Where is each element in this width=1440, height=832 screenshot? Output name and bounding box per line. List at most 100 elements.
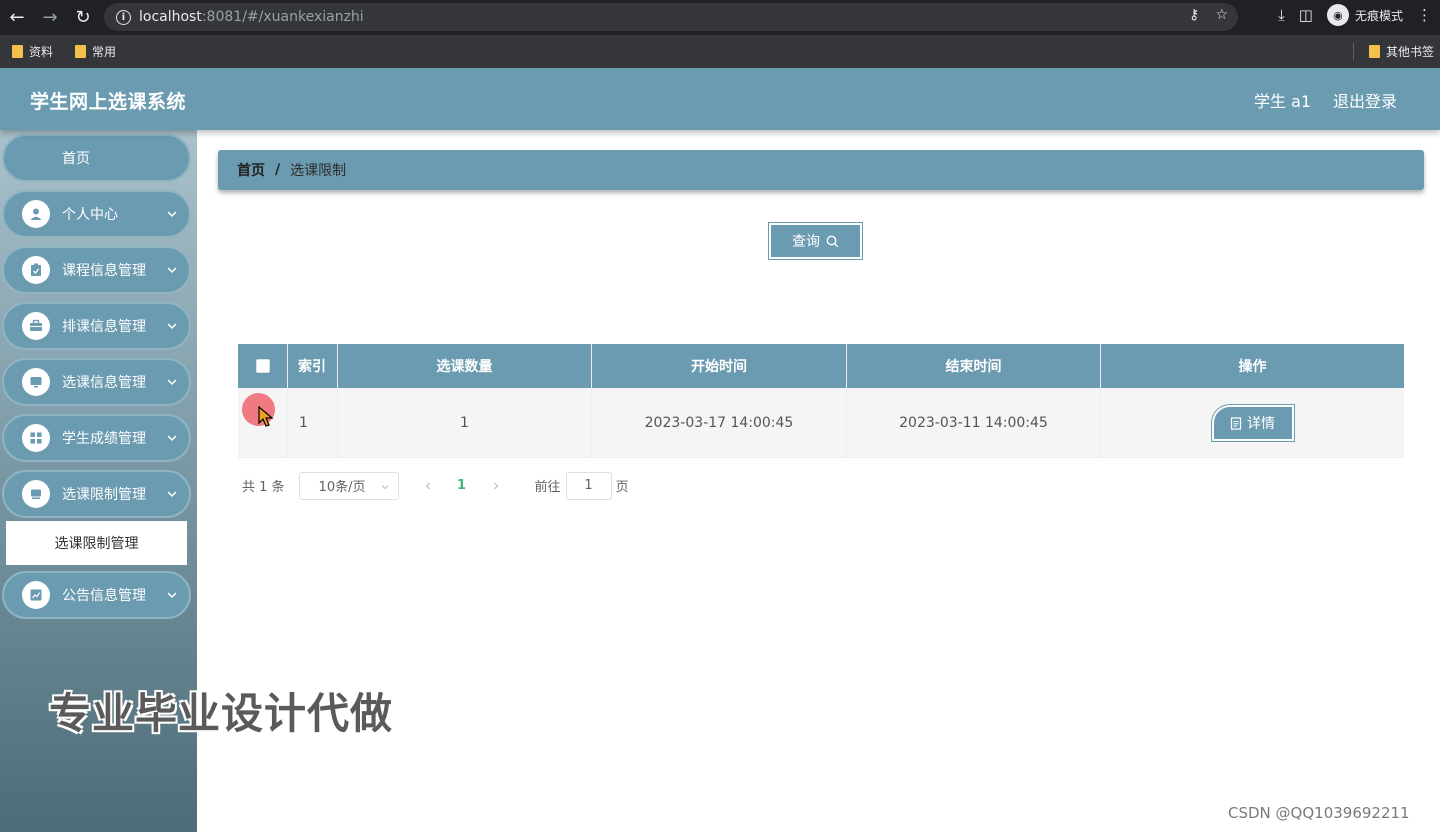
data-table: 索引 选课数量 开始时间 结束时间 操作 1 1 2023-03-17 14:0…	[238, 344, 1404, 458]
goto-suffix: 页	[615, 480, 629, 495]
query-button-label: 查询	[792, 234, 820, 250]
chevron-left-icon	[425, 482, 430, 489]
back-icon[interactable]: ←	[1, 2, 33, 34]
sidebar-item-selection[interactable]: 选课信息管理	[2, 358, 191, 406]
chevron-down-icon	[167, 267, 177, 274]
sidebar-item-label: 首页	[62, 151, 90, 167]
star-icon[interactable]: ☆	[1215, 7, 1228, 23]
folder-icon	[12, 45, 23, 58]
column-header: 开始时间	[592, 344, 847, 388]
bookmark-folder[interactable]: 资料	[12, 43, 53, 60]
clipboard-check-icon	[22, 256, 50, 284]
folder-icon	[1368, 45, 1380, 58]
chevron-right-icon	[493, 482, 498, 489]
briefcase-icon	[22, 312, 50, 340]
sidebar-item-label: 选课限制管理	[62, 487, 146, 503]
url-host: localhost	[139, 9, 202, 25]
goto-prefix: 前往	[534, 480, 561, 495]
column-header: 操作	[1238, 359, 1267, 375]
incognito-icon: ◉	[1326, 4, 1349, 26]
breadcrumb-home[interactable]: 首页	[237, 160, 265, 180]
cell-index: 1	[288, 388, 338, 458]
chevron-down-icon	[167, 435, 177, 442]
chart-icon	[22, 581, 50, 609]
browser-toolbar: ← → ↻ i localhost:8081/#/xuankexianzhi ⚷…	[0, 0, 1440, 35]
app-title: 学生网上选课系统	[30, 91, 187, 113]
sidebar-item-grades[interactable]: 学生成绩管理	[2, 414, 191, 462]
forward-icon[interactable]: →	[34, 2, 66, 34]
chevron-down-icon	[167, 211, 177, 218]
sidebar-item-label: 个人中心	[62, 207, 118, 223]
monitor-icon	[22, 368, 50, 396]
sidepanel-icon[interactable]: ◫	[1299, 6, 1313, 24]
incognito-indicator[interactable]: ◉ 无痕模式	[1326, 4, 1403, 26]
query-button[interactable]: 查询	[768, 222, 863, 260]
column-header: 选课数量	[338, 344, 592, 388]
page-size-value: 10条/页	[318, 480, 366, 495]
sidebar-item-label: 课程信息管理	[62, 263, 146, 279]
app-header: 学生网上选课系统 学生 a1 退出登录	[0, 68, 1440, 130]
pagination: 共 1 条 10条/页 1 前往 页	[242, 471, 629, 500]
address-bar[interactable]: i localhost:8081/#/xuankexianzhi ⚷ ☆	[104, 3, 1238, 31]
key-icon[interactable]: ⚷	[1189, 7, 1199, 23]
credit-text: CSDN @QQ1039692211	[1228, 804, 1410, 822]
breadcrumb-separator: /	[275, 162, 281, 178]
sidebar-item-limits[interactable]: 选课限制管理	[2, 470, 191, 518]
sidebar-item-home[interactable]: 首页	[2, 134, 191, 182]
sidebar-item-label: 排课信息管理	[62, 319, 146, 335]
detail-button[interactable]: 详情	[1210, 404, 1295, 442]
reload-icon[interactable]: ↻	[67, 2, 99, 34]
chevron-down-icon	[167, 491, 177, 498]
cell-start-time: 2023-03-17 14:00:45	[592, 388, 847, 458]
chevron-down-icon	[167, 592, 177, 599]
sidebar-item-label: 学生成绩管理	[62, 431, 146, 447]
incognito-label: 无痕模式	[1354, 8, 1403, 23]
table-header: 索引 选课数量 开始时间 结束时间 操作	[238, 344, 1404, 388]
breadcrumb: 首页 / 选课限制	[218, 150, 1424, 190]
watermark-text: 专业毕业设计代做	[49, 689, 394, 738]
sidebar-subitem-limits[interactable]: 选课限制管理	[6, 521, 187, 565]
column-header: 结束时间	[847, 344, 1101, 388]
logout-button[interactable]: 退出登录	[1333, 88, 1397, 112]
document-icon	[1230, 416, 1242, 430]
bookmarks-bar: 资料 常用 其他书签	[0, 35, 1440, 68]
screen-icon	[22, 480, 50, 508]
next-page-button[interactable]	[481, 481, 511, 491]
folder-icon	[75, 45, 87, 58]
sidebar-item-label: 公告信息管理	[62, 588, 146, 604]
sidebar-item-profile[interactable]: 个人中心	[2, 190, 191, 238]
cell-end-time: 2023-03-11 14:00:45	[847, 388, 1101, 458]
bookmark-folder[interactable]: 常用	[75, 43, 116, 60]
cell-actions: 详情	[1101, 388, 1404, 458]
user-icon	[22, 200, 50, 228]
mouse-cursor-icon	[258, 406, 274, 427]
pagination-total: 共 1 条	[242, 480, 285, 495]
other-bookmarks[interactable]: 其他书签	[1368, 43, 1434, 60]
chevron-down-icon	[381, 484, 388, 489]
user-label: 学生 a1	[1254, 92, 1312, 111]
sidebar-item-label: 选课信息管理	[62, 375, 146, 391]
page-number[interactable]: 1	[447, 478, 477, 493]
info-icon[interactable]: i	[116, 9, 131, 25]
grid-icon	[22, 424, 50, 452]
select-all-cell	[238, 344, 288, 388]
column-header: 索引	[288, 344, 338, 388]
bookmark-divider	[1353, 43, 1354, 60]
download-icon[interactable]: ⤓	[1278, 6, 1285, 24]
detail-button-label: 详情	[1247, 416, 1275, 432]
url-path: :8081/#/xuankexianzhi	[201, 9, 364, 25]
cell-count: 1	[338, 388, 592, 458]
menu-icon[interactable]: ⋮	[1417, 6, 1432, 24]
sidebar-item-course-info[interactable]: 课程信息管理	[2, 246, 191, 294]
breadcrumb-current: 选课限制	[290, 163, 347, 179]
search-icon	[826, 235, 839, 247]
prev-page-button[interactable]	[413, 481, 443, 491]
sidebar-item-notices[interactable]: 公告信息管理	[2, 571, 191, 619]
chevron-down-icon	[167, 379, 177, 386]
sidebar-item-schedule[interactable]: 排课信息管理	[2, 302, 191, 350]
chevron-down-icon	[167, 323, 177, 330]
page-size-select[interactable]: 10条/页	[298, 471, 399, 500]
table-row: 1 1 2023-03-17 14:00:45 2023-03-11 14:00…	[238, 388, 1404, 458]
select-all-checkbox[interactable]	[255, 359, 270, 373]
goto-page-input[interactable]	[565, 471, 612, 500]
